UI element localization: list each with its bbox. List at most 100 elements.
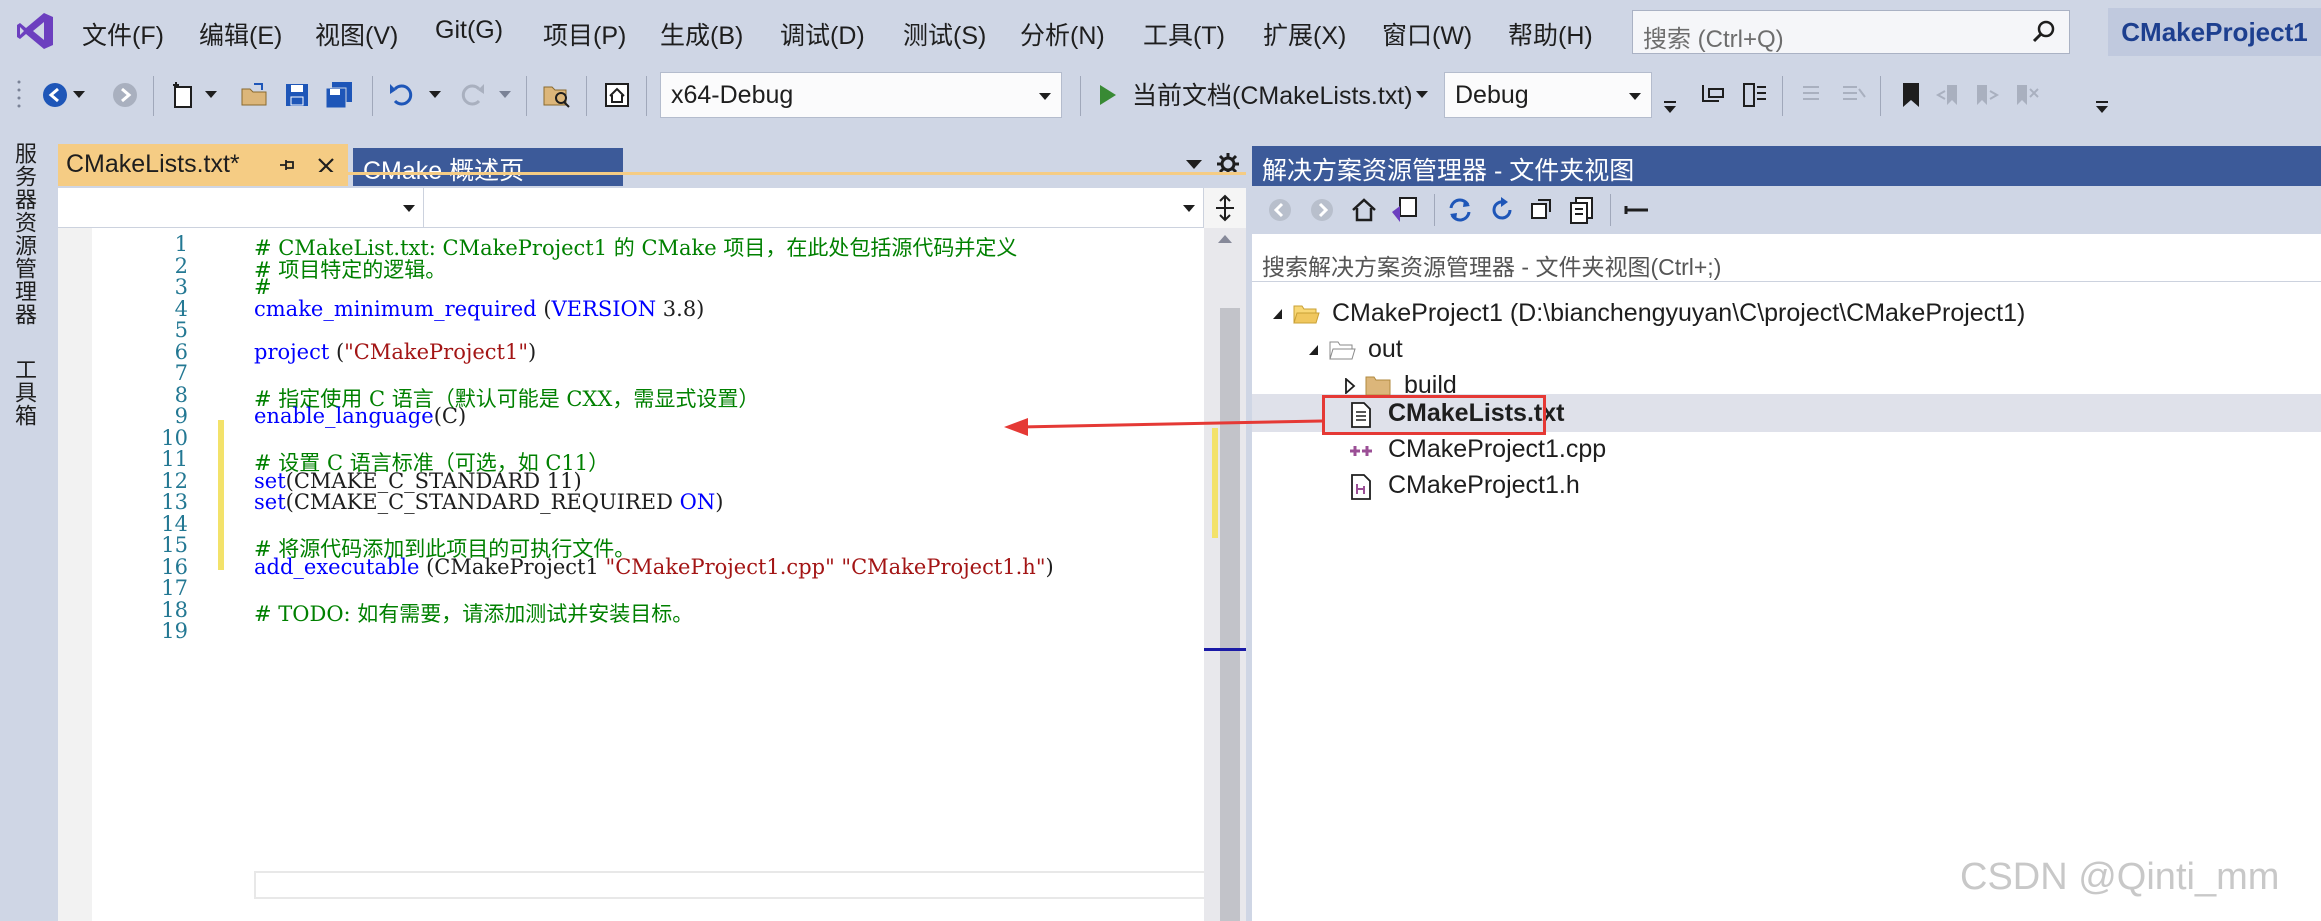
toolbar-overflow-icon[interactable] xyxy=(1662,90,1678,124)
menu-debug[interactable]: 调试(D) xyxy=(780,16,865,52)
new-item-icon[interactable] xyxy=(166,78,200,112)
switch-views-icon[interactable] xyxy=(1390,196,1420,224)
scroll-up-icon[interactable] xyxy=(1218,234,1232,244)
chevron-down-icon xyxy=(403,205,415,212)
scrollbar-thumb[interactable] xyxy=(1220,308,1240,921)
forward-icon[interactable] xyxy=(1308,196,1336,224)
server-explorer-tab[interactable]: 服务器资源管理器 xyxy=(8,142,40,326)
expanded-arrow-icon[interactable] xyxy=(1272,308,1284,320)
run-target-label[interactable]: 当前文档(CMakeLists.txt) xyxy=(1132,76,1413,112)
home-icon[interactable] xyxy=(600,78,634,112)
menu-file[interactable]: 文件(F) xyxy=(82,16,164,52)
clear-bookmarks-icon[interactable] xyxy=(2010,78,2044,112)
line-number: 5 xyxy=(174,318,188,342)
start-debug-icon[interactable] xyxy=(1090,78,1124,112)
menu-view[interactable]: 视图(V) xyxy=(315,16,398,52)
refresh-icon[interactable] xyxy=(1488,196,1516,224)
toolbar-separator xyxy=(372,76,373,116)
open-folder-icon[interactable] xyxy=(238,78,272,112)
properties-icon[interactable] xyxy=(1622,196,1652,224)
forward-icon[interactable] xyxy=(108,78,142,112)
step-over-icon[interactable] xyxy=(1696,78,1730,112)
line-number: 11 xyxy=(161,447,188,471)
tree-item-project-root[interactable]: CMakeProject1 (D:\bianchengyuyan\C\proje… xyxy=(1252,296,2321,332)
menu-help[interactable]: 帮助(H) xyxy=(1508,16,1593,52)
menu-build[interactable]: 生成(B) xyxy=(660,16,743,52)
menu-edit[interactable]: 编辑(E) xyxy=(199,16,282,52)
undo-icon[interactable] xyxy=(384,78,418,112)
next-bookmark-icon[interactable] xyxy=(1970,78,2004,112)
tab-cmakelists[interactable]: CMakeLists.txt* xyxy=(58,144,348,186)
code-token: "CMakeProject1.cpp" "CMakeProject1.h" xyxy=(605,555,1046,579)
search-placeholder: 搜索 (Ctrl+Q) xyxy=(1643,26,1784,53)
menu-analyze[interactable]: 分析(N) xyxy=(1020,16,1105,52)
uncomment-lines-icon[interactable] xyxy=(1836,78,1870,112)
run-target-dropdown-icon[interactable] xyxy=(1414,78,1430,112)
new-item-dropdown-icon[interactable] xyxy=(204,78,218,112)
split-editor-control[interactable] xyxy=(1204,188,1246,228)
find-in-files-icon[interactable] xyxy=(540,78,574,112)
solution-explorer-search[interactable]: 搜索解决方案资源管理器 - 文件夹视图(Ctrl+;) xyxy=(1252,240,2321,282)
code-token: ) xyxy=(715,490,724,514)
menu-window[interactable]: 窗口(W) xyxy=(1382,16,1472,52)
save-icon[interactable] xyxy=(280,78,314,112)
header-file-icon xyxy=(1351,474,1371,500)
nav-member-dropdown[interactable] xyxy=(428,188,1204,228)
collapse-all-icon[interactable] xyxy=(1528,196,1556,224)
search-box[interactable]: 搜索 (Ctrl+Q) xyxy=(1632,10,2070,54)
tree-item-cpp[interactable]: CMakeProject1.cpp xyxy=(1252,432,2321,468)
expanded-arrow-icon[interactable] xyxy=(1308,344,1320,356)
step-into-icon[interactable] xyxy=(1738,78,1772,112)
undo-dropdown-icon[interactable] xyxy=(428,78,442,112)
code-token: ) xyxy=(1045,555,1054,579)
prev-bookmark-icon[interactable] xyxy=(1932,78,1966,112)
chevron-down-icon xyxy=(1039,93,1051,100)
solution-config-select[interactable]: x64-Debug xyxy=(660,72,1062,118)
indicator-margin xyxy=(58,228,92,921)
menu-git[interactable]: Git(G) xyxy=(435,16,503,45)
code-editor[interactable]: 1 2 3 4 5 6 7 8 9 10 11 12 13 14 15 16 1… xyxy=(58,228,1246,921)
toolbar-separator xyxy=(586,76,587,116)
save-all-icon[interactable] xyxy=(322,78,356,112)
toolbar-overflow-icon-2[interactable] xyxy=(2094,90,2110,124)
code-token: (CMAKE_C_STANDARD_REQUIRED xyxy=(285,490,680,514)
back-icon[interactable] xyxy=(1266,196,1294,224)
collapsed-arrow-icon[interactable] xyxy=(1344,378,1356,394)
build-type-select[interactable]: Debug xyxy=(1444,72,1652,118)
menu-extensions[interactable]: 扩展(X) xyxy=(1263,16,1346,52)
sync-icon[interactable] xyxy=(1446,196,1474,224)
line-number: 3 xyxy=(174,275,188,299)
project-name-badge[interactable]: CMakeProject1 xyxy=(2108,8,2321,56)
redo-dropdown-icon[interactable] xyxy=(498,78,512,112)
watermark: CSDN @Qinti_mm xyxy=(1960,856,2280,898)
comment-lines-icon[interactable] xyxy=(1794,78,1828,112)
vertical-scrollbar[interactable] xyxy=(1204,228,1246,921)
line-number: 13 xyxy=(161,490,188,514)
menu-tools[interactable]: 工具(T) xyxy=(1143,16,1225,52)
tab-list-dropdown-icon[interactable] xyxy=(1186,160,1202,170)
toolbox-tab[interactable]: 工具箱 xyxy=(8,358,40,427)
bookmark-icon[interactable] xyxy=(1894,78,1928,112)
tree-item-out[interactable]: out xyxy=(1252,332,2321,368)
document-tab-strip: CMakeLists.txt* CMake 概述页 xyxy=(38,144,1246,186)
home-icon[interactable] xyxy=(1350,196,1378,224)
code-token: add_executable xyxy=(254,555,420,579)
code-token: ON xyxy=(679,490,716,514)
back-icon[interactable] xyxy=(38,78,72,112)
tab-cmake-overview[interactable]: CMake 概述页 xyxy=(353,148,623,186)
tab-underline xyxy=(58,172,1246,175)
nav-scope-dropdown[interactable] xyxy=(58,188,424,228)
cpp-file-icon xyxy=(1350,446,1372,456)
redo-icon[interactable] xyxy=(456,78,490,112)
toolbar-grip-icon[interactable] xyxy=(16,76,22,116)
show-all-files-icon[interactable] xyxy=(1568,196,1596,224)
back-dropdown-icon[interactable] xyxy=(72,78,86,112)
build-type-value: Debug xyxy=(1455,81,1529,109)
menu-test[interactable]: 测试(S) xyxy=(903,16,986,52)
scrollbar-change-marker xyxy=(1212,428,1218,538)
toolbar-separator xyxy=(1610,194,1611,226)
menu-project[interactable]: 项目(P) xyxy=(543,16,626,52)
code-token: set xyxy=(254,490,286,514)
split-icon xyxy=(1216,194,1234,222)
tree-item-header[interactable]: CMakeProject1.h xyxy=(1252,468,2321,504)
